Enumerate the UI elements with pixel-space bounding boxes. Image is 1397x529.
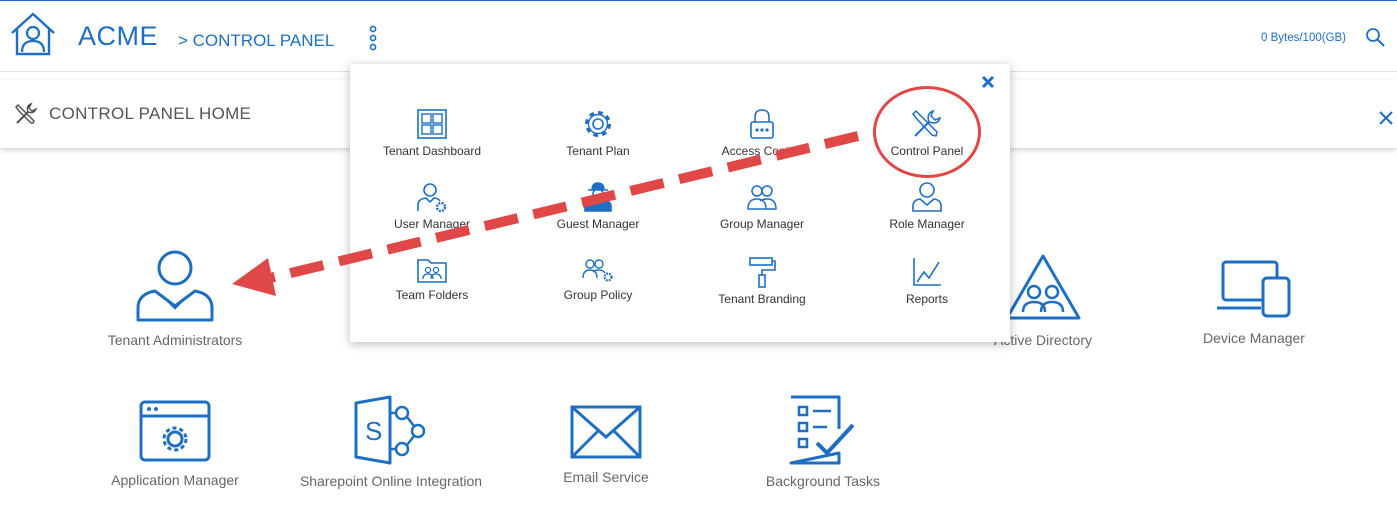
admin-user-icon (136, 250, 214, 322)
close-icon[interactable] (1378, 110, 1394, 126)
tile-application-manager[interactable]: Application Manager (60, 398, 290, 488)
menu-item-tenant-branding[interactable]: Tenant Branding (680, 256, 844, 306)
menu-item-label: Guest Manager (556, 217, 640, 231)
menu-item-label: Group Manager (719, 217, 805, 231)
checklist-icon (789, 395, 855, 465)
menu-item-guest-manager[interactable]: Guest Manager (516, 181, 680, 231)
application-manager-icon (139, 400, 211, 462)
menu-item-tenant-dashboard[interactable]: Tenant Dashboard (350, 108, 514, 158)
sharepoint-icon: S (354, 395, 426, 465)
tile-label: Sharepoint Online Integration (299, 473, 483, 489)
menu-item-label: Tenant Branding (718, 292, 806, 306)
active-directory-icon (1005, 254, 1081, 320)
paint-roller-icon (749, 257, 776, 288)
menu-item-group-manager[interactable]: Group Manager (680, 181, 844, 231)
tile-label: Tenant Administrators (107, 332, 243, 348)
tile-label: Application Manager (111, 472, 239, 488)
envelope-icon (570, 405, 642, 459)
menu-item-label: User Manager (393, 217, 471, 231)
menu-item-label: Group Policy (563, 288, 633, 302)
close-icon[interactable] (981, 75, 995, 89)
tile-sharepoint-online-integration[interactable]: S Sharepoint Online Integration (276, 393, 506, 489)
lock-icon (750, 109, 774, 139)
menu-item-role-manager[interactable]: Role Manager (845, 181, 1009, 231)
home-icon[interactable] (9, 11, 57, 57)
menu-item-user-manager[interactable]: User Manager (350, 181, 514, 231)
tile-label: Email Service (563, 469, 649, 485)
menu-item-team-folders[interactable]: Team Folders (350, 256, 514, 302)
role-user-icon (912, 182, 942, 212)
tile-label: Background Tasks (765, 473, 881, 489)
gear-icon (585, 111, 611, 137)
user-gear-icon (417, 183, 447, 213)
group-policy-icon (582, 259, 613, 282)
kebab-menu-icon[interactable] (366, 25, 380, 51)
menu-item-label: Reports (905, 292, 949, 306)
menu-item-label: Tenant Plan (566, 144, 630, 158)
tile-background-tasks[interactable]: Background Tasks (708, 393, 938, 489)
tools-icon (15, 102, 38, 124)
storage-usage: 0 Bytes/100(GB) (1261, 32, 1347, 44)
svg-text:S: S (365, 416, 382, 446)
group-icon (747, 185, 777, 210)
tile-email-service[interactable]: Email Service (491, 403, 721, 485)
menu-item-label: Role Manager (889, 217, 965, 231)
tile-device-manager[interactable]: Device Manager (1139, 258, 1369, 346)
tile-tenant-administrators[interactable]: Tenant Administrators (60, 248, 290, 348)
search-icon[interactable] (1365, 27, 1385, 47)
brand-name[interactable]: ACME (78, 21, 158, 52)
menu-item-label: Access Control (721, 144, 803, 158)
top-bar: ACME > CONTROL PANEL 0 Bytes/100(GB) (0, 0, 1397, 72)
menu-item-label: Team Folders (395, 288, 469, 302)
page-title: CONTROL PANEL HOME (49, 104, 252, 123)
guest-user-icon (584, 182, 612, 212)
menu-item-group-policy[interactable]: Group Policy (516, 256, 680, 302)
device-manager-icon (1217, 260, 1291, 318)
breadcrumb[interactable]: > CONTROL PANEL (178, 31, 334, 51)
dashboard-grid-icon (417, 109, 447, 139)
menu-item-reports[interactable]: Reports (845, 256, 1009, 306)
menu-item-access-control[interactable]: Access Control (680, 108, 844, 158)
menu-item-label: Tenant Dashboard (382, 144, 482, 158)
tile-label: Device Manager (1203, 330, 1305, 346)
highlight-circle (873, 86, 981, 178)
team-folder-icon (417, 259, 447, 283)
chart-icon (913, 258, 941, 286)
menu-item-tenant-plan[interactable]: Tenant Plan (516, 108, 680, 158)
